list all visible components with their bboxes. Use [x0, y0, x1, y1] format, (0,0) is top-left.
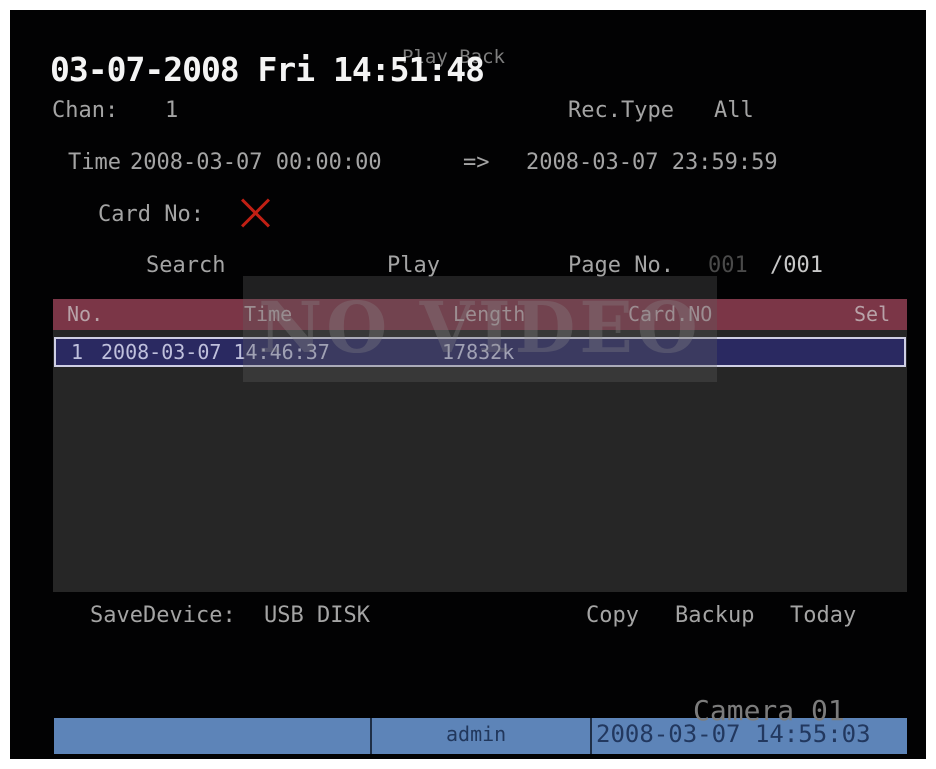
copy-button[interactable]: Copy [586, 603, 639, 628]
rec-type-value[interactable]: All [714, 98, 754, 123]
card-no-label: Card No: [98, 202, 204, 227]
save-device-value[interactable]: USB DISK [264, 603, 370, 628]
status-divider [370, 718, 372, 754]
chan-label: Chan: [52, 98, 119, 123]
time-end-field[interactable]: 2008-03-07 23:59:59 [526, 150, 778, 175]
status-divider [590, 718, 592, 754]
time-arrow: => [463, 150, 490, 175]
camera-label: Camera 01 [693, 694, 845, 727]
page-no-label: Page No. [568, 253, 674, 278]
chan-value[interactable]: 1 [165, 98, 178, 123]
col-sel: Sel [854, 302, 891, 326]
play-button[interactable]: Play [387, 253, 440, 278]
page-total: /001 [770, 253, 823, 278]
col-no: No. [67, 302, 104, 326]
backup-button[interactable]: Backup [675, 603, 754, 628]
page-current-field[interactable]: 001 [708, 253, 748, 278]
rec-type-label: Rec.Type [568, 98, 674, 123]
save-device-label: SaveDevice: [90, 603, 236, 628]
row-no: 1 [71, 340, 84, 364]
today-button[interactable]: Today [790, 603, 856, 628]
time-start-field[interactable]: 2008-03-07 00:00:00 [130, 150, 382, 175]
no-video-text: NO VIDEO [258, 286, 702, 369]
time-label: Time [68, 150, 121, 175]
card-no-toggle-x-icon[interactable] [238, 196, 272, 230]
status-user: admin [446, 722, 507, 746]
search-button[interactable]: Search [146, 253, 225, 278]
osd-clock: 03-07-2008 Fri 14:51:48 [50, 50, 485, 89]
dvr-screen: Play Back 03-07-2008 Fri 14:51:48 Chan: … [10, 10, 926, 759]
